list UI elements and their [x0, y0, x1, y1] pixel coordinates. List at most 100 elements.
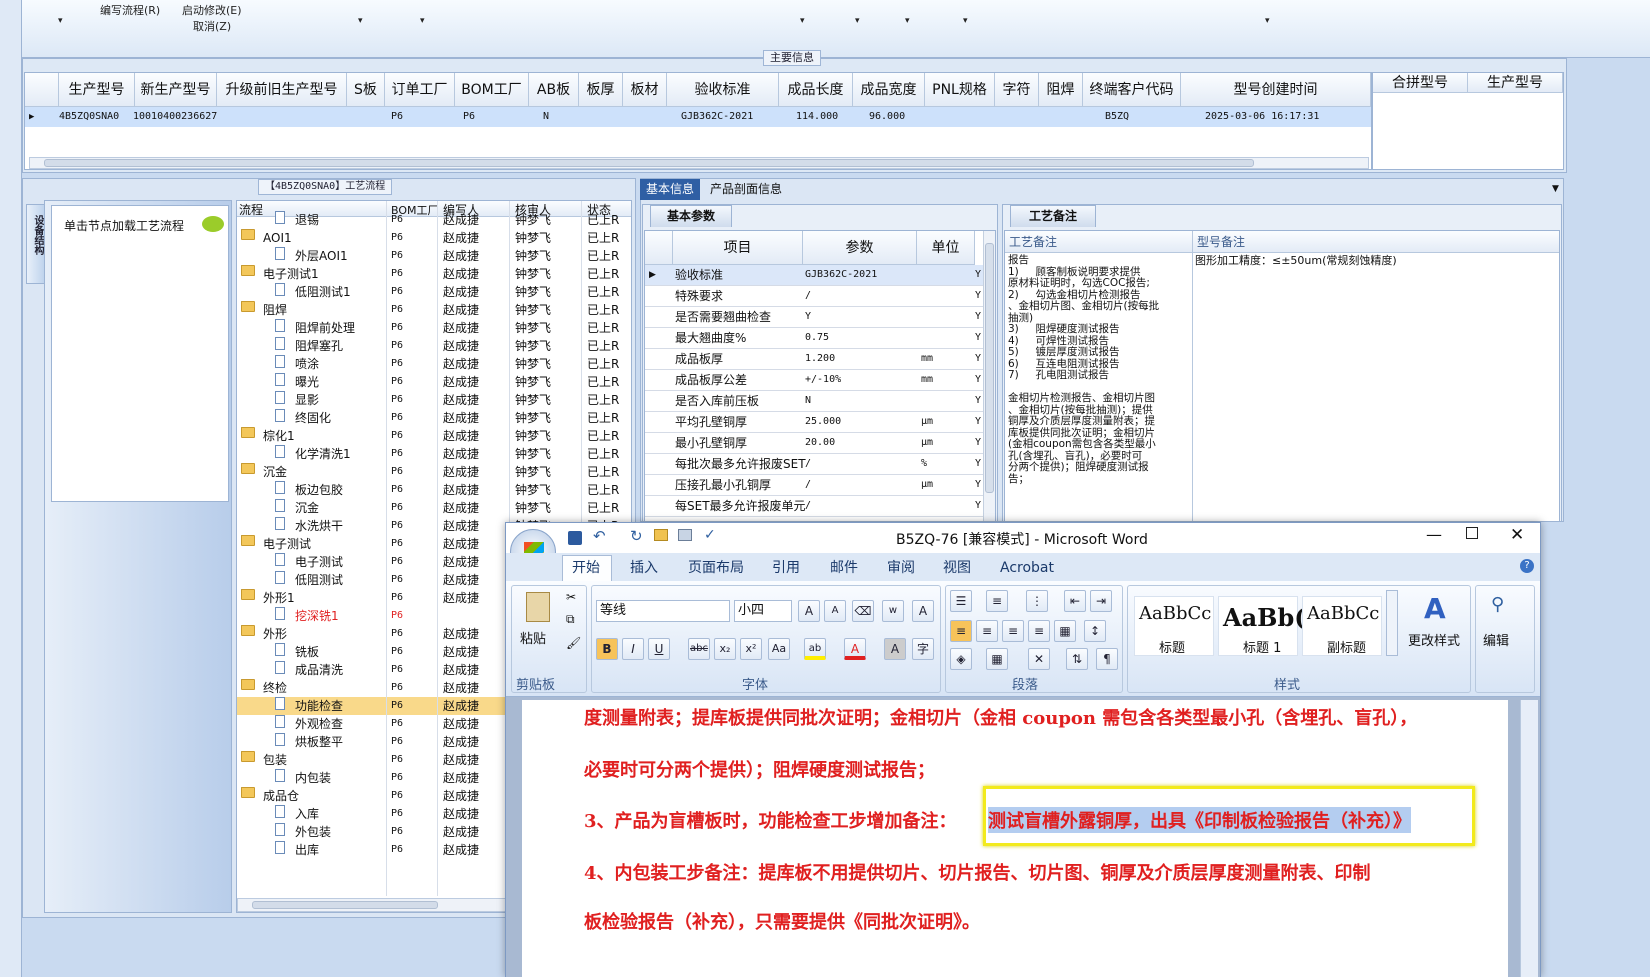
dropdown-arrow-icon[interactable]: ▾: [855, 16, 860, 26]
edit-button[interactable]: 编辑: [1483, 630, 1509, 649]
ribbon-tab[interactable]: 插入: [630, 558, 658, 578]
close-icon[interactable]: ✕: [1510, 525, 1524, 545]
process-note-text[interactable]: 报告 1) 顾客制板说明要求提供 原材料证明时，勾选COC报告; 2) 勾选金相…: [1005, 253, 1193, 521]
column-header[interactable]: 升级前旧生产型号: [217, 73, 347, 107]
column-header[interactable]: 终端客户代码: [1083, 73, 1181, 107]
param-value[interactable]: N: [805, 391, 811, 411]
tree-row[interactable]: 化学清洗1 P6 赵成捷 钟梦飞 已上R: [237, 445, 631, 463]
ribbon-tab[interactable]: 引用: [772, 558, 800, 578]
font-color-icon[interactable]: A: [844, 638, 866, 660]
dropdown-arrow-icon[interactable]: ▾: [1265, 16, 1270, 26]
tree-row[interactable]: 阻焊塞孔 P6 赵成捷 钟梦飞 已上R: [237, 337, 631, 355]
column-header[interactable]: S板: [347, 73, 385, 107]
param-value[interactable]: /: [805, 454, 811, 474]
tree-row[interactable]: 喷涂 P6 赵成捷 钟梦飞 已上R: [237, 355, 631, 373]
doc-scrollbar[interactable]: [1520, 700, 1538, 977]
column-header[interactable]: AB板: [529, 73, 579, 107]
param-row[interactable]: 压接孔最小孔铜厚 / μm Y: [645, 475, 995, 496]
save-icon[interactable]: [568, 531, 582, 545]
ribbon-tab[interactable]: Acrobat: [1000, 558, 1054, 578]
tree-row[interactable]: 板边包胶 P6 赵成捷 钟梦飞 已上R: [237, 481, 631, 499]
column-header[interactable]: PNL规格: [925, 73, 995, 107]
open-folder-icon[interactable]: [654, 529, 668, 541]
tree-row[interactable]: 低阻测试1 P6 赵成捷 钟梦飞 已上R: [237, 283, 631, 301]
style-gallery-item[interactable]: AaBbCc 标题: [1134, 596, 1214, 656]
style-gallery-item[interactable]: AaBbCc 副标题: [1302, 596, 1382, 656]
column-header[interactable]: 生产型号: [59, 73, 135, 107]
phonetic-icon[interactable]: w: [882, 600, 904, 622]
column-header[interactable]: 板材: [623, 73, 667, 107]
undo-icon[interactable]: ↶: [593, 527, 606, 545]
shrink-font-icon[interactable]: A: [824, 600, 846, 622]
params-scrollbar[interactable]: [983, 231, 995, 521]
char-border-icon[interactable]: A: [912, 600, 934, 622]
ribbon-tab[interactable]: 视图: [943, 558, 971, 578]
panel-menu-arrow-icon[interactable]: ▼: [1552, 184, 1559, 194]
asian-layout-icon[interactable]: ✕: [1028, 648, 1050, 670]
tree-row[interactable]: − 电子测试1P6赵成捷钟梦飞已上R: [237, 265, 631, 283]
shading-icon[interactable]: ◈: [950, 648, 972, 670]
distributed-icon[interactable]: ▦: [1054, 620, 1076, 642]
param-value[interactable]: Y: [805, 307, 811, 327]
param-row[interactable]: 每SET最多允许报废单元 / Y: [645, 496, 995, 517]
column-header[interactable]: 验收标准: [667, 73, 779, 107]
spelling-icon[interactable]: ✓: [704, 527, 716, 543]
sort-icon[interactable]: ⇅: [1066, 648, 1088, 670]
line-spacing-icon[interactable]: ↕: [1084, 620, 1106, 642]
column-header[interactable]: 板厚: [579, 73, 623, 107]
horizontal-scrollbar[interactable]: [29, 157, 1369, 169]
param-value[interactable]: 1.200: [805, 349, 835, 369]
cancel-button[interactable]: 取消(Z): [193, 18, 231, 34]
param-value[interactable]: +/-10%: [805, 370, 841, 390]
column-header[interactable]: 订单工厂: [385, 73, 455, 107]
dropdown-arrow-icon[interactable]: ▾: [963, 16, 968, 26]
param-row[interactable]: 最小孔壁铜厚 20.00 μm Y: [645, 433, 995, 454]
strikethrough-icon[interactable]: abc: [688, 638, 710, 660]
dropdown-arrow-icon[interactable]: ▾: [420, 16, 425, 26]
param-value[interactable]: 25.000: [805, 412, 841, 432]
superscript-icon[interactable]: x²: [740, 638, 762, 660]
param-value[interactable]: /: [805, 286, 811, 306]
enclose-char-icon[interactable]: 字: [912, 638, 934, 660]
dropdown-arrow-icon[interactable]: ▾: [905, 16, 910, 26]
tree-row[interactable]: 外层AOI1 P6 赵成捷 钟梦飞 已上R: [237, 247, 631, 265]
align-left-icon[interactable]: ≡: [950, 620, 972, 642]
grow-font-icon[interactable]: A: [798, 600, 820, 622]
param-row[interactable]: 是否需要翘曲检查 Y Y: [645, 307, 995, 328]
multilevel-list-icon[interactable]: ⋮: [1026, 590, 1048, 612]
tree-row[interactable]: − AOI1P6赵成捷钟梦飞已上R: [237, 229, 631, 247]
ribbon-tab[interactable]: 审阅: [887, 558, 915, 578]
dropdown-arrow-icon[interactable]: ▾: [58, 16, 63, 26]
param-value[interactable]: GJB362C-2021: [805, 265, 877, 285]
tree-row[interactable]: 阻焊前处理 P6 赵成捷 钟梦飞 已上R: [237, 319, 631, 337]
scrollbar-thumb[interactable]: [44, 159, 1254, 167]
param-row[interactable]: 特殊要求 / Y: [645, 286, 995, 307]
change-styles-button[interactable]: 更改样式: [1408, 630, 1460, 649]
param-value[interactable]: /: [805, 475, 811, 495]
bullets-icon[interactable]: ☰: [950, 590, 972, 612]
param-row[interactable]: 成品板厚公差 +/-10% mm Y: [645, 370, 995, 391]
param-row[interactable]: 成品板厚 1.200 mm Y: [645, 349, 995, 370]
numbering-icon[interactable]: ≡: [986, 590, 1008, 612]
tab-basic-info[interactable]: 基本信息: [640, 179, 700, 200]
dropdown-arrow-icon[interactable]: ▾: [358, 16, 363, 26]
tab-process-notes[interactable]: 工艺备注: [1010, 205, 1096, 227]
scrollbar-thumb[interactable]: [985, 243, 994, 493]
table-row[interactable]: ▶ 4B5ZQ0SNA0 10010400236627 P6 P6 N GJB3…: [25, 107, 1371, 127]
tree-row[interactable]: 沉金 P6 赵成捷 钟梦飞 已上R: [237, 499, 631, 517]
justify-icon[interactable]: ≡: [1028, 620, 1050, 642]
char-shading-icon[interactable]: A: [884, 638, 906, 660]
tree-row[interactable]: 退锡 P6 赵成捷 钟梦飞 已上R: [237, 211, 631, 229]
param-row[interactable]: 每批次最多允许报废SET /% Y: [645, 454, 995, 475]
column-header[interactable]: 成品宽度: [853, 73, 925, 107]
tree-row[interactable]: − 沉金P6赵成捷钟梦飞已上R: [237, 463, 631, 481]
format-painter-icon[interactable]: 🖌: [566, 636, 581, 650]
param-row[interactable]: 最大翘曲度% 0.75 Y: [645, 328, 995, 349]
print-preview-icon[interactable]: [678, 529, 692, 541]
tree-row[interactable]: 终固化 P6 赵成捷 钟梦飞 已上R: [237, 409, 631, 427]
change-case-icon[interactable]: Aa: [768, 638, 790, 660]
maximize-icon[interactable]: [1466, 527, 1478, 539]
paste-icon[interactable]: [526, 592, 550, 622]
highlight-icon[interactable]: ab: [804, 638, 826, 660]
param-value[interactable]: /: [805, 496, 811, 516]
